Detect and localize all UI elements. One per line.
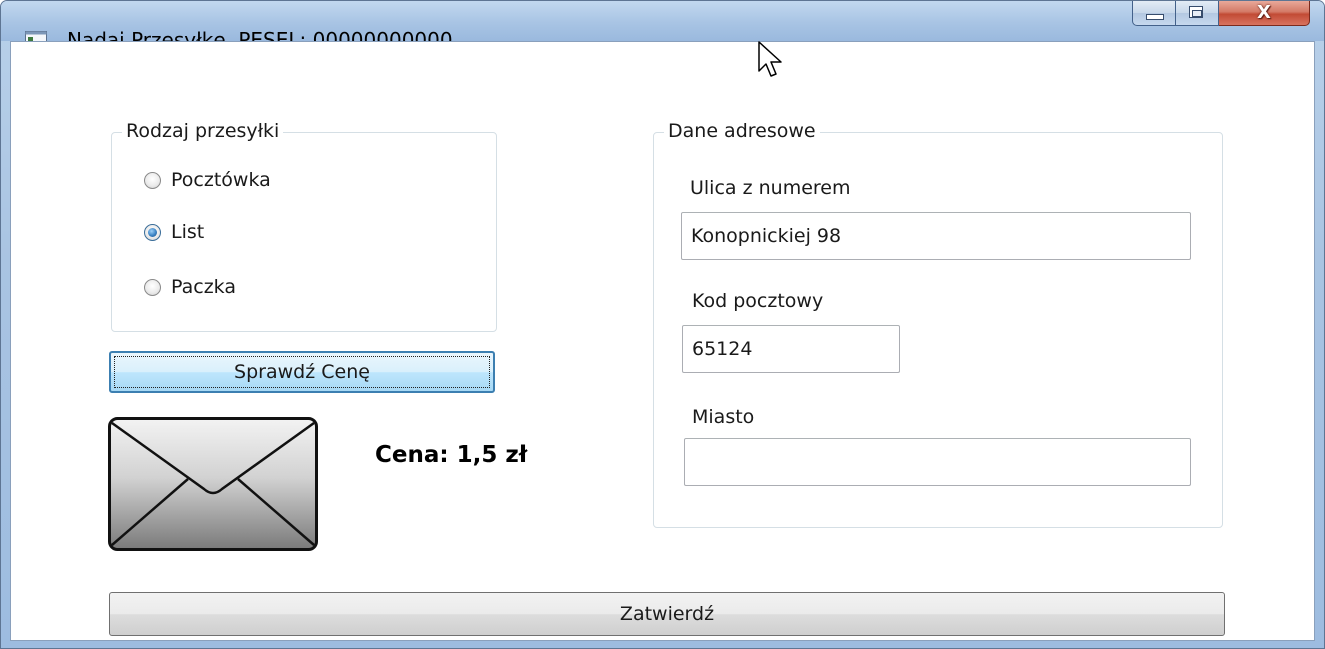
- check-price-label: Sprawdź Cenę: [234, 361, 370, 383]
- window-controls: X: [1132, 1, 1310, 27]
- radio-option-list[interactable]: List: [144, 221, 204, 243]
- maximize-button[interactable]: [1176, 1, 1219, 26]
- radio-button[interactable]: [144, 278, 161, 296]
- radio-label: Pocztówka: [171, 169, 271, 191]
- mouse-cursor-icon: [758, 41, 782, 77]
- postal-code-input[interactable]: 65124: [682, 325, 900, 373]
- close-button[interactable]: X: [1219, 1, 1310, 26]
- shipment-type-group: Rodzaj przesyłki Pocztówka List Paczka: [111, 120, 497, 332]
- city-input[interactable]: [684, 438, 1191, 486]
- radio-option-pocztowka[interactable]: Pocztówka: [144, 169, 271, 191]
- shipment-type-legend: Rodzaj przesyłki: [122, 120, 284, 142]
- close-icon: X: [1257, 2, 1271, 23]
- title-bar[interactable]: Nadaj Przesyłkę, PESEL: 00000000000 X: [1, 1, 1324, 52]
- radio-label: List: [171, 221, 205, 243]
- window-client-area: Rodzaj przesyłki Pocztówka List Paczka S…: [10, 41, 1315, 641]
- maximize-icon: [1189, 6, 1203, 18]
- street-input[interactable]: Konopnickiej 98: [681, 212, 1191, 260]
- check-price-button[interactable]: Sprawdź Cenę: [109, 351, 495, 393]
- radio-option-paczka[interactable]: Paczka: [144, 276, 236, 298]
- address-legend: Dane adresowe: [664, 120, 820, 142]
- city-label: Miasto: [692, 406, 755, 428]
- radio-button-checked[interactable]: [144, 223, 161, 241]
- postal-code-label: Kod pocztowy: [692, 290, 824, 312]
- radio-label: Paczka: [171, 276, 236, 298]
- main-window: Nadaj Przesyłkę, PESEL: 00000000000 X Ro…: [0, 0, 1325, 649]
- envelope-icon: [108, 417, 318, 551]
- price-label: Cena: 1,5 zł: [375, 442, 528, 468]
- minimize-icon: [1146, 14, 1164, 20]
- submit-button[interactable]: Zatwierdź: [109, 592, 1225, 636]
- radio-button[interactable]: [144, 171, 161, 189]
- submit-label: Zatwierdź: [619, 603, 715, 625]
- street-label: Ulica z numerem: [690, 177, 851, 199]
- minimize-button[interactable]: [1132, 1, 1176, 26]
